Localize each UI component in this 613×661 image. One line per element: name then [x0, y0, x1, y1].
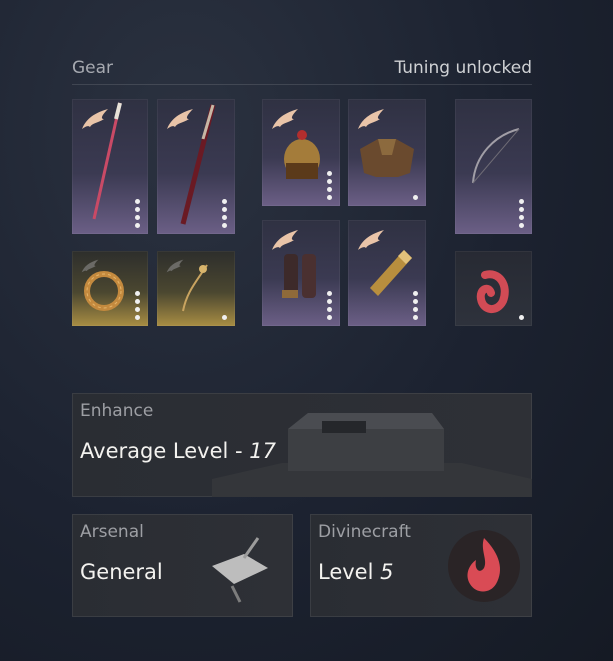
gear-slot-ornament[interactable]	[455, 251, 532, 326]
arsenal-value: General	[80, 560, 163, 584]
gear-slot-bow[interactable]	[455, 99, 532, 234]
gear-slot-helmet[interactable]	[262, 99, 340, 206]
tuning-dots	[327, 291, 332, 320]
tuning-dots	[222, 315, 227, 320]
tuning-dots	[135, 291, 140, 320]
enhance-card[interactable]: Enhance Average Level - 17	[72, 393, 532, 497]
tuning-dots	[222, 199, 227, 228]
divinecraft-value: Level 5	[318, 560, 394, 584]
gear-slot-spear[interactable]	[72, 99, 148, 234]
arsenal-label: Arsenal	[80, 522, 144, 542]
gear-slot-pendant[interactable]	[157, 251, 235, 326]
enhance-value: Average Level - 17	[80, 439, 277, 463]
tuning-dots	[413, 195, 418, 200]
gear-title: Gear	[72, 58, 114, 78]
gear-slot-bracers[interactable]	[348, 220, 426, 326]
divinecraft-card[interactable]: Divinecraft Level 5	[310, 514, 532, 617]
tuning-dots	[327, 171, 332, 200]
armor-icon	[360, 139, 414, 177]
arsenal-card[interactable]: Arsenal General	[72, 514, 293, 617]
enhance-label: Enhance	[80, 401, 154, 421]
tuning-dots	[519, 199, 524, 228]
tuning-dots	[413, 291, 418, 320]
gear-slot-blade[interactable]	[157, 99, 235, 234]
tuning-dots	[135, 199, 140, 228]
gear-slot-greaves[interactable]	[262, 220, 340, 326]
gear-slot-armor[interactable]	[348, 99, 426, 206]
divinecraft-label: Divinecraft	[318, 522, 411, 542]
gear-slot-ring[interactable]	[72, 251, 148, 326]
tuning-status[interactable]: Tuning unlocked	[394, 58, 532, 78]
gear-header: Gear Tuning unlocked	[72, 56, 532, 85]
tuning-dots	[519, 315, 524, 320]
